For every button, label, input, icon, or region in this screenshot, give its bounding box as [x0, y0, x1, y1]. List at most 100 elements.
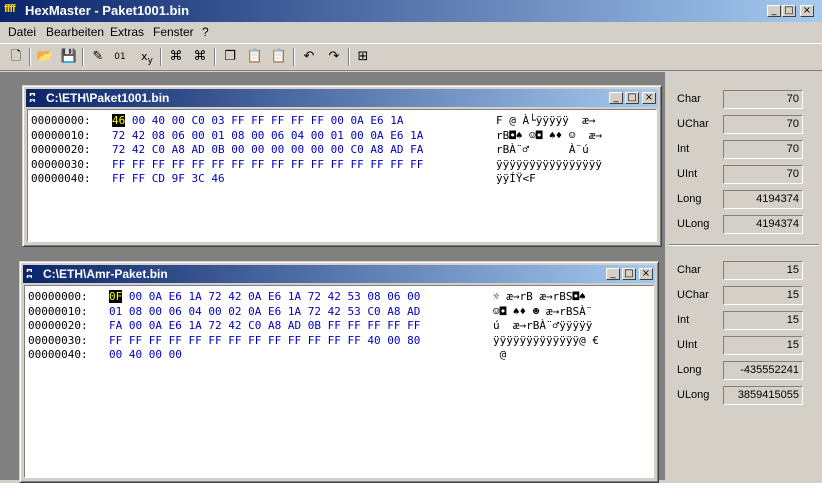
- hex-byte[interactable]: 42: [132, 129, 145, 142]
- hex-byte[interactable]: FF: [328, 334, 341, 347]
- hex-byte[interactable]: C0: [351, 143, 364, 156]
- menu-help[interactable]: ?: [202, 25, 209, 39]
- hex-byte[interactable]: 9F: [172, 172, 185, 185]
- undo-button[interactable]: ↶: [299, 48, 319, 66]
- hex-byte[interactable]: FF: [192, 158, 205, 171]
- menu-extras[interactable]: Extras: [110, 25, 144, 39]
- hex-byte[interactable]: 53: [348, 290, 361, 303]
- hex-byte[interactable]: FF: [208, 334, 221, 347]
- hex-byte[interactable]: 46: [112, 114, 126, 127]
- hex-byte[interactable]: 0F: [109, 290, 123, 303]
- hex-byte[interactable]: 1A: [390, 114, 403, 127]
- menu-bearbeiten[interactable]: Bearbeiten: [46, 25, 104, 39]
- value-field[interactable]: 15: [723, 336, 803, 355]
- value-field[interactable]: 4194374: [723, 215, 803, 234]
- hex-byte[interactable]: 00: [271, 143, 284, 156]
- hex-byte[interactable]: 00: [169, 348, 182, 361]
- hex-byte[interactable]: 00: [172, 114, 185, 127]
- hex-byte[interactable]: 00: [231, 143, 244, 156]
- hex-byte[interactable]: 00: [311, 143, 324, 156]
- convert-button[interactable]: 01: [110, 48, 130, 66]
- hex-byte[interactable]: FF: [248, 334, 261, 347]
- value-field[interactable]: 70: [723, 115, 803, 134]
- hex-byte[interactable]: 0A: [351, 114, 364, 127]
- hex-byte[interactable]: 1A: [189, 319, 202, 332]
- hex-byte[interactable]: 53: [348, 305, 361, 318]
- hex-bytes[interactable]: 0F 00 0A E6 1A 72 42 0A E6 1A 72 42 53 0…: [109, 290, 420, 304]
- hex-byte[interactable]: FF: [311, 114, 324, 127]
- hex-byte[interactable]: 08: [129, 305, 142, 318]
- ascii-text[interactable]: ÿÿÍŸ<F: [496, 172, 536, 186]
- save-button[interactable]: 💾: [59, 48, 79, 66]
- find-replace-button[interactable]: ✎: [88, 48, 108, 66]
- value-field[interactable]: 3859415055: [723, 386, 803, 405]
- find-button[interactable]: ⌘: [166, 48, 186, 66]
- hex-byte[interactable]: FA: [410, 143, 423, 156]
- hex-byte[interactable]: 0A: [248, 290, 261, 303]
- document-title-bar[interactable]: ʭ C:\ETH\Amr-Paket.bin _ □ ×: [23, 265, 655, 283]
- hex-byte[interactable]: FF: [288, 334, 301, 347]
- close-button[interactable]: ×: [800, 5, 814, 17]
- hex-byte[interactable]: 08: [231, 129, 244, 142]
- find-next-button[interactable]: ⌘: [190, 48, 210, 66]
- hex-byte[interactable]: 00: [331, 143, 344, 156]
- hex-bytes[interactable]: 00 40 00 00: [109, 348, 182, 362]
- hex-byte[interactable]: FF: [112, 158, 125, 171]
- hex-byte[interactable]: FF: [311, 158, 324, 171]
- hex-byte[interactable]: C0: [192, 114, 205, 127]
- hex-byte[interactable]: 00: [149, 348, 162, 361]
- hex-byte[interactable]: 42: [328, 305, 341, 318]
- hex-byte[interactable]: 0B: [308, 319, 321, 332]
- value-field[interactable]: 15: [723, 286, 803, 305]
- hex-byte[interactable]: 00: [387, 334, 400, 347]
- ascii-text[interactable]: F @ À└ÿÿÿÿÿ æ→: [496, 114, 595, 128]
- hex-byte[interactable]: FF: [109, 334, 122, 347]
- hex-byte[interactable]: FF: [291, 158, 304, 171]
- hex-byte[interactable]: 72: [308, 305, 321, 318]
- xy-button[interactable]: xy: [137, 48, 157, 66]
- ascii-text[interactable]: ÿÿÿÿÿÿÿÿÿÿÿÿÿ@ €: [493, 334, 599, 348]
- hex-byte[interactable]: 01: [109, 305, 122, 318]
- paste-special-button[interactable]: 📋: [269, 48, 289, 66]
- hex-byte[interactable]: FF: [308, 334, 321, 347]
- hex-byte[interactable]: FF: [251, 158, 264, 171]
- hex-byte[interactable]: 1A: [410, 129, 423, 142]
- hex-byte[interactable]: 72: [112, 143, 125, 156]
- ascii-text[interactable]: rBÀ¨­♂ À¨­ú: [496, 143, 589, 157]
- hex-byte[interactable]: 00: [251, 129, 264, 142]
- hex-byte[interactable]: FF: [231, 114, 244, 127]
- hex-byte[interactable]: 00: [132, 114, 145, 127]
- value-field[interactable]: -435552241: [723, 361, 803, 380]
- hex-byte[interactable]: 04: [291, 129, 304, 142]
- hex-byte[interactable]: 00: [311, 129, 324, 142]
- hex-byte[interactable]: 80: [407, 334, 420, 347]
- menu-fenster[interactable]: Fenster: [153, 25, 194, 39]
- hex-byte[interactable]: 02: [228, 305, 241, 318]
- hex-byte[interactable]: A8: [268, 319, 281, 332]
- document-window-amr-paket[interactable]: ʭ C:\ETH\Amr-Paket.bin _ □ × 00000000: 0F…: [19, 261, 659, 483]
- document-title-bar[interactable]: ʭ C:\ETH\Paket1001.bin _ □ ×: [26, 89, 658, 107]
- dialog-button[interactable]: ⊞: [353, 48, 373, 66]
- hex-byte[interactable]: 72: [112, 129, 125, 142]
- hex-byte[interactable]: 42: [228, 290, 241, 303]
- hex-byte[interactable]: 0A: [149, 290, 162, 303]
- ascii-text[interactable]: ☼ æ→rB æ→rBS◘♠: [493, 290, 592, 304]
- ascii-text[interactable]: ☺◘ ♠♦ ☻ æ→rBSÀ¨­: [493, 305, 592, 319]
- hex-byte[interactable]: 0A: [149, 319, 162, 332]
- value-field[interactable]: 15: [723, 261, 803, 280]
- hex-byte[interactable]: 00: [291, 143, 304, 156]
- hex-byte[interactable]: 06: [387, 290, 400, 303]
- hex-byte[interactable]: 40: [367, 334, 380, 347]
- hex-byte[interactable]: FF: [149, 334, 162, 347]
- hex-byte[interactable]: 0A: [248, 305, 261, 318]
- hex-byte[interactable]: 00: [109, 348, 122, 361]
- hex-byte[interactable]: AD: [288, 319, 301, 332]
- hex-byte[interactable]: 00: [208, 305, 221, 318]
- hex-byte[interactable]: E6: [169, 319, 182, 332]
- hex-byte[interactable]: 1A: [189, 290, 202, 303]
- hex-byte[interactable]: 04: [189, 305, 202, 318]
- hex-byte[interactable]: FF: [189, 334, 202, 347]
- value-field[interactable]: 70: [723, 90, 803, 109]
- hex-byte[interactable]: FF: [407, 319, 420, 332]
- doc-close-button[interactable]: ×: [642, 92, 656, 104]
